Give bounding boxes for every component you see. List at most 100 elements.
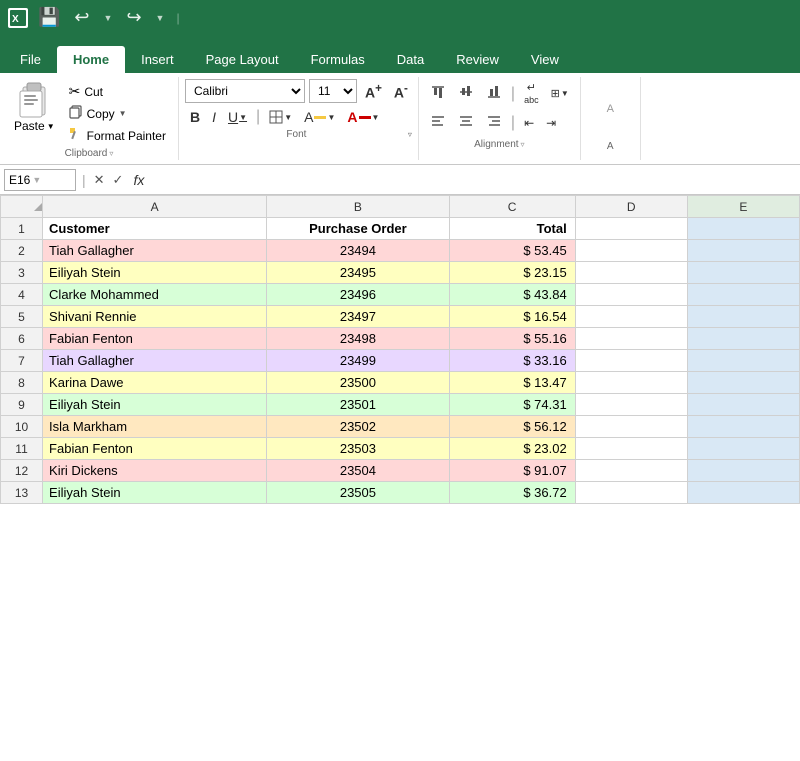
font-grow-button[interactable]: A+ (361, 80, 386, 103)
tab-formulas[interactable]: Formulas (295, 46, 381, 73)
cell-c4[interactable]: $ 43.84 (449, 284, 575, 306)
cell-e12[interactable] (687, 460, 799, 482)
cell-d9[interactable] (575, 394, 687, 416)
cell-c1[interactable]: Total (449, 218, 575, 240)
confirm-formula-button[interactable]: ✓ (111, 170, 126, 190)
save-button[interactable]: 💾 (34, 5, 64, 30)
cell-c5[interactable]: $ 16.54 (449, 306, 575, 328)
align-left-button[interactable] (425, 111, 451, 134)
alignment-expand-icon[interactable]: ▿ (521, 140, 525, 149)
formula-input[interactable] (148, 169, 796, 191)
cell-d4[interactable] (575, 284, 687, 306)
tab-file[interactable]: File (4, 46, 57, 73)
redo-dropdown[interactable]: ▼ (152, 11, 169, 25)
cell-d5[interactable] (575, 306, 687, 328)
cell-d1[interactable] (575, 218, 687, 240)
cell-a1[interactable]: Customer (43, 218, 267, 240)
cell-ref-arrow[interactable]: ▼ (32, 175, 41, 185)
cell-c13[interactable]: $ 36.72 (449, 482, 575, 504)
cell-e2[interactable] (687, 240, 799, 262)
underline-button[interactable]: U ▼ (223, 107, 252, 127)
wrap-text-button[interactable]: ↵abc (519, 79, 544, 108)
cell-b13[interactable]: 23505 (267, 482, 449, 504)
cell-a3[interactable]: Eiliyah Stein (43, 262, 267, 284)
cell-a13[interactable]: Eiliyah Stein (43, 482, 267, 504)
cell-d11[interactable] (575, 438, 687, 460)
cell-d7[interactable] (575, 350, 687, 372)
cell-e3[interactable] (687, 262, 799, 284)
col-header-d[interactable]: D (575, 196, 687, 218)
bold-button[interactable]: B (185, 107, 205, 127)
borders-button[interactable]: ▼ (264, 108, 297, 126)
cell-c9[interactable]: $ 74.31 (449, 394, 575, 416)
paste-dropdown-arrow[interactable]: ▼ (47, 122, 55, 131)
cell-e13[interactable] (687, 482, 799, 504)
cell-d6[interactable] (575, 328, 687, 350)
undo-dropdown[interactable]: ▼ (100, 11, 117, 25)
cell-b10[interactable]: 23502 (267, 416, 449, 438)
cell-a11[interactable]: Fabian Fenton (43, 438, 267, 460)
col-header-b[interactable]: B (267, 196, 449, 218)
cell-b7[interactable]: 23499 (267, 350, 449, 372)
cell-d2[interactable] (575, 240, 687, 262)
cell-b9[interactable]: 23501 (267, 394, 449, 416)
cell-a8[interactable]: Karina Dawe (43, 372, 267, 394)
cut-button[interactable]: ✂ Cut (65, 81, 170, 102)
paste-button[interactable]: Paste ▼ (8, 79, 61, 135)
cell-b1[interactable]: Purchase Order (267, 218, 449, 240)
align-top-button[interactable] (425, 82, 451, 105)
tab-home[interactable]: Home (57, 46, 125, 73)
tab-data[interactable]: Data (381, 46, 440, 73)
tab-insert[interactable]: Insert (125, 46, 190, 73)
cell-c2[interactable]: $ 53.45 (449, 240, 575, 262)
cell-a4[interactable]: Clarke Mohammed (43, 284, 267, 306)
tab-page-layout[interactable]: Page Layout (190, 46, 295, 73)
cell-b12[interactable]: 23504 (267, 460, 449, 482)
cell-b4[interactable]: 23496 (267, 284, 449, 306)
copy-button[interactable]: Copy ▼ (65, 103, 170, 124)
align-middle-button[interactable] (453, 82, 479, 105)
merge-center-button[interactable]: ⊞▼ (546, 85, 574, 102)
cell-b2[interactable]: 23494 (267, 240, 449, 262)
col-header-c[interactable]: C (449, 196, 575, 218)
redo-button[interactable]: ↪ (122, 5, 145, 30)
cell-e9[interactable] (687, 394, 799, 416)
cell-b11[interactable]: 23503 (267, 438, 449, 460)
cell-b6[interactable]: 23498 (267, 328, 449, 350)
format-painter-button[interactable]: Format Painter (65, 125, 170, 146)
cell-d10[interactable] (575, 416, 687, 438)
undo-button[interactable]: ↩ (70, 5, 93, 30)
cell-c3[interactable]: $ 23.15 (449, 262, 575, 284)
cell-e1[interactable] (687, 218, 799, 240)
cell-c10[interactable]: $ 56.12 (449, 416, 575, 438)
align-right-button[interactable] (481, 111, 507, 134)
cell-d8[interactable] (575, 372, 687, 394)
cell-a2[interactable]: Tiah Gallagher (43, 240, 267, 262)
cell-c11[interactable]: $ 23.02 (449, 438, 575, 460)
cancel-formula-button[interactable]: ✕ (92, 170, 107, 190)
italic-button[interactable]: I (207, 107, 221, 127)
cell-e7[interactable] (687, 350, 799, 372)
cell-c6[interactable]: $ 55.16 (449, 328, 575, 350)
font-color-button[interactable]: A ▼ (342, 107, 384, 127)
align-center-button[interactable] (453, 111, 479, 134)
cell-e8[interactable] (687, 372, 799, 394)
font-name-select[interactable]: Calibri (185, 79, 305, 103)
col-header-a[interactable]: A (43, 196, 267, 218)
tab-view[interactable]: View (515, 46, 575, 73)
cell-c7[interactable]: $ 33.16 (449, 350, 575, 372)
cell-a9[interactable]: Eiliyah Stein (43, 394, 267, 416)
cell-c12[interactable]: $ 91.07 (449, 460, 575, 482)
cell-reference-box[interactable]: E16 ▼ (4, 169, 76, 191)
col-header-e[interactable]: E (687, 196, 799, 218)
font-size-select[interactable]: 11 (309, 79, 357, 103)
cell-d3[interactable] (575, 262, 687, 284)
tab-review[interactable]: Review (440, 46, 515, 73)
align-bottom-button[interactable] (481, 82, 507, 105)
cell-a10[interactable]: Isla Markham (43, 416, 267, 438)
cell-e6[interactable] (687, 328, 799, 350)
fill-color-button[interactable]: A ▼ (299, 107, 340, 127)
cell-b5[interactable]: 23497 (267, 306, 449, 328)
font-shrink-button[interactable]: A- (390, 80, 412, 103)
cell-a7[interactable]: Tiah Gallagher (43, 350, 267, 372)
